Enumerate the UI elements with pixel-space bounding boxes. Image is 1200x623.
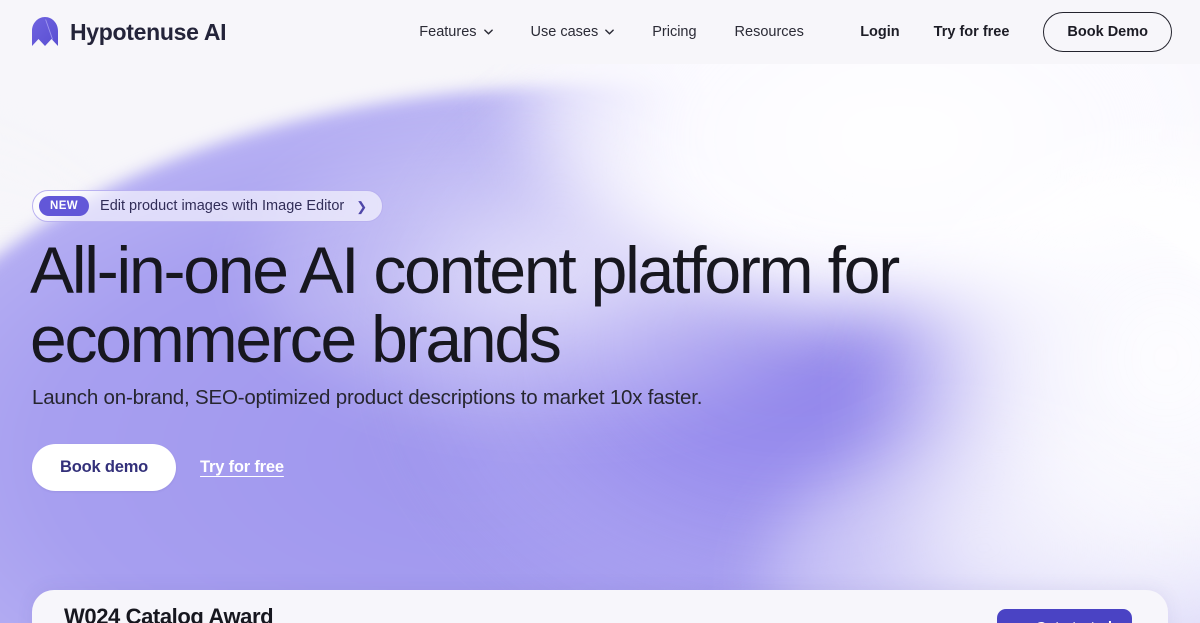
login-link[interactable]: Login [860,24,899,40]
announcement-text: Edit product images with Image Editor [100,198,345,214]
hero-cta-row: Book demo Try for free [32,444,284,491]
bottom-card-cta-button[interactable]: ✦ Get started [996,609,1132,623]
chevron-right-icon: ❯ [356,198,368,214]
hero-subheadline: Launch on-brand, SEO-optimized product d… [32,386,703,409]
chevron-down-icon [605,29,615,35]
hero-book-demo-button[interactable]: Book demo [32,444,177,491]
nav-item-label: Use cases [530,24,599,40]
nav-item-label: Pricing [652,24,697,40]
brand-name: Hypotenuse AI [70,18,227,45]
try-for-free-link[interactable]: Try for free [934,24,1010,40]
nav-item-use-cases[interactable]: Use cases [531,24,615,40]
hypotenuse-logo-mark-icon [32,17,58,47]
main-navigation: Features Use cases Pricing Resources [419,24,804,40]
new-badge: NEW [39,196,90,216]
nav-item-features[interactable]: Features [419,24,493,40]
announcement-pill[interactable]: NEW Edit product images with Image Edito… [32,190,384,222]
page-title: All-in-one AI content platform for ecomm… [30,233,900,376]
nav-item-resources[interactable]: Resources [735,24,804,40]
landing-page: Hypotenuse AI Features Use cases Pricing… [0,0,1200,623]
bottom-announcement-card: W024 Catalog Award ✦ Get started [32,590,1168,623]
nav-item-pricing[interactable]: Pricing [652,24,696,40]
bottom-card-title: W024 Catalog Award [64,604,274,623]
header-actions: Login Try for free Book Demo [860,12,1172,52]
site-header: Hypotenuse AI Features Use cases Pricing… [0,0,1200,64]
hero-try-for-free-link[interactable]: Try for free [200,458,284,477]
chevron-down-icon [483,29,493,35]
nav-item-label: Resources [734,24,804,40]
nav-item-label: Features [419,24,477,40]
brand-logo[interactable]: Hypotenuse AI [32,17,227,47]
book-demo-button[interactable]: Book Demo [1043,12,1172,52]
